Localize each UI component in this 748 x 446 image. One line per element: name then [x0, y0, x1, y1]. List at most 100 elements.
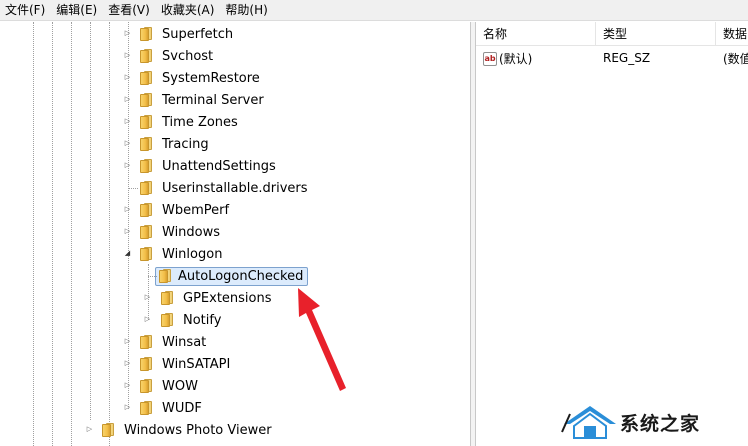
tree-node-wudf[interactable]: ▷ WUDF — [124, 397, 205, 419]
tree-node-label: WinSATAPI — [162, 356, 231, 372]
value-name-cell: ab (默认) — [476, 50, 596, 67]
expand-arrow-icon[interactable]: ▷ — [123, 381, 132, 390]
tree-guide-line — [109, 22, 110, 446]
folder-icon — [138, 27, 154, 41]
column-header-name[interactable]: 名称 — [476, 22, 596, 46]
expand-arrow-icon[interactable]: ▷ — [123, 337, 132, 346]
column-header-type[interactable]: 类型 — [596, 22, 716, 46]
tree-node-windows[interactable]: ▷ Windows — [124, 221, 223, 243]
tree-node-autologonchecked[interactable]: AutoLogonChecked — [144, 265, 309, 287]
expand-arrow-icon[interactable]: ▷ — [123, 117, 132, 126]
red-arrow-annotation — [298, 288, 346, 391]
tree-node-label: Terminal Server — [162, 92, 264, 108]
expand-arrow-icon[interactable]: ▷ — [143, 315, 152, 324]
tree-node-label: SystemRestore — [162, 70, 260, 86]
tree-node-wow[interactable]: ▷ WOW — [124, 375, 201, 397]
expand-arrow-icon[interactable]: ▷ — [85, 425, 94, 434]
tree-node-label: WOW — [162, 378, 198, 394]
menu-help[interactable]: 帮助(H) — [220, 0, 273, 20]
tree-node-label: AutoLogonChecked — [178, 268, 304, 284]
tree-node-label: Superfetch — [162, 26, 234, 42]
tree-node-superfetch[interactable]: ▷ Superfetch — [124, 23, 236, 45]
tree-node-userinstallable-drivers[interactable]: Userinstallable.drivers — [124, 177, 311, 199]
tree-branch-line — [129, 188, 138, 189]
tree-node-systemrestore[interactable]: ▷ SystemRestore — [124, 67, 263, 89]
tree-node-unattendsettings[interactable]: ▷ UnattendSettings — [124, 155, 279, 177]
tree-node-label: Winlogon — [162, 246, 223, 262]
expand-arrow-icon[interactable]: ▷ — [123, 359, 132, 368]
expand-arrow-icon[interactable]: ▷ — [123, 227, 132, 236]
tree-node-notify[interactable]: ▷ Notify — [144, 309, 224, 331]
folder-icon — [138, 225, 154, 239]
tree-node-label: Time Zones — [162, 114, 238, 130]
menu-favorites[interactable]: 收藏夹(A) — [156, 0, 221, 20]
menu-edit[interactable]: 编辑(E) — [51, 0, 103, 20]
tree-node-tracing[interactable]: ▷ Tracing — [124, 133, 212, 155]
expand-arrow-icon[interactable]: ▷ — [123, 139, 132, 148]
tree-node-label: Windows — [162, 224, 221, 240]
tree-node-label: Windows Photo Viewer — [124, 422, 272, 438]
tree-guide-line — [33, 22, 34, 446]
column-header-data[interactable]: 数据 — [716, 22, 748, 46]
tree-node-label: Notify — [183, 312, 222, 328]
list-header: 名称 类型 数据 — [476, 22, 748, 46]
expand-arrow-icon[interactable]: ▷ — [123, 403, 132, 412]
tree-node-label-selected: AutoLogonChecked — [155, 266, 309, 286]
folder-icon — [138, 401, 154, 415]
tree-guide-line — [52, 22, 53, 446]
expand-arrow-icon[interactable]: ▷ — [143, 293, 152, 302]
string-value-icon: ab — [483, 52, 497, 66]
tree-guide-line — [90, 22, 91, 420]
tree-node-label: WUDF — [162, 400, 202, 416]
folder-icon — [138, 137, 154, 151]
collapse-arrow-icon[interactable]: ◢ — [123, 249, 132, 258]
tree-node-svchost[interactable]: ▷ Svchost — [124, 45, 216, 67]
expand-arrow-icon[interactable]: ▷ — [123, 205, 132, 214]
tree-node-winsatapi[interactable]: ▷ WinSATAPI — [124, 353, 233, 375]
tree-node-gpextensions[interactable]: ▷ GPExtensions — [144, 287, 275, 309]
tree-node-label: GPExtensions — [183, 290, 272, 306]
folder-icon — [138, 181, 154, 195]
expand-arrow-icon[interactable]: ▷ — [123, 51, 132, 60]
menu-view[interactable]: 查看(V) — [103, 0, 156, 20]
expand-arrow-icon[interactable]: ▷ — [123, 73, 132, 82]
expand-arrow-icon[interactable]: ▷ — [123, 29, 132, 38]
tree-guide-line — [71, 22, 72, 446]
watermark-text: 系统之家 — [620, 412, 701, 435]
menu-file[interactable]: 文件(F) — [0, 0, 51, 20]
tree-node-label: UnattendSettings — [162, 158, 276, 174]
tree-node-label: Userinstallable.drivers — [162, 180, 308, 196]
tree-node-label: Winsat — [162, 334, 207, 350]
tree-node-label: Tracing — [162, 136, 209, 152]
folder-icon — [138, 357, 154, 371]
folder-icon — [159, 313, 175, 327]
value-type: REG_SZ — [603, 51, 651, 65]
folder-icon — [138, 115, 154, 129]
tree-node-winlogon[interactable]: ◢ Winlogon — [124, 243, 225, 265]
tree-node-windows-photo-viewer[interactable]: ▷ Windows Photo Viewer — [86, 419, 275, 441]
expand-arrow-icon[interactable]: ▷ — [123, 161, 132, 170]
house-logo-icon — [561, 406, 616, 439]
tree-node-winsat[interactable]: ▷ Winsat — [124, 331, 209, 353]
folder-icon — [138, 203, 154, 217]
list-item[interactable]: ab (默认) REG_SZ (数值 — [476, 48, 748, 68]
folder-icon — [138, 159, 154, 173]
registry-tree-pane[interactable]: ▷ Superfetch ▷ Svchost ▷ SystemRestore ▷… — [0, 22, 470, 446]
folder-icon — [138, 247, 154, 261]
tree-node-label: WbemPerf — [162, 202, 230, 218]
folder-icon — [138, 49, 154, 63]
value-name: (默认) — [499, 51, 533, 66]
tree-node-terminal-server[interactable]: ▷ Terminal Server — [124, 89, 267, 111]
folder-icon — [100, 423, 116, 437]
tree-node-wbemperf[interactable]: ▷ WbemPerf — [124, 199, 232, 221]
watermark: 系统之家 — [560, 398, 748, 446]
tree-node-time-zones[interactable]: ▷ Time Zones — [124, 111, 241, 133]
registry-values-pane[interactable]: 名称 类型 数据 ab (默认) REG_SZ (数值 — [476, 22, 748, 446]
folder-icon — [159, 291, 175, 305]
folder-icon — [138, 335, 154, 349]
value-data: (数值 — [723, 51, 748, 66]
menu-bar: 文件(F) 编辑(E) 查看(V) 收藏夹(A) 帮助(H) — [0, 0, 748, 21]
folder-icon — [138, 71, 154, 85]
expand-arrow-icon[interactable]: ▷ — [123, 95, 132, 104]
folder-icon — [157, 269, 173, 283]
